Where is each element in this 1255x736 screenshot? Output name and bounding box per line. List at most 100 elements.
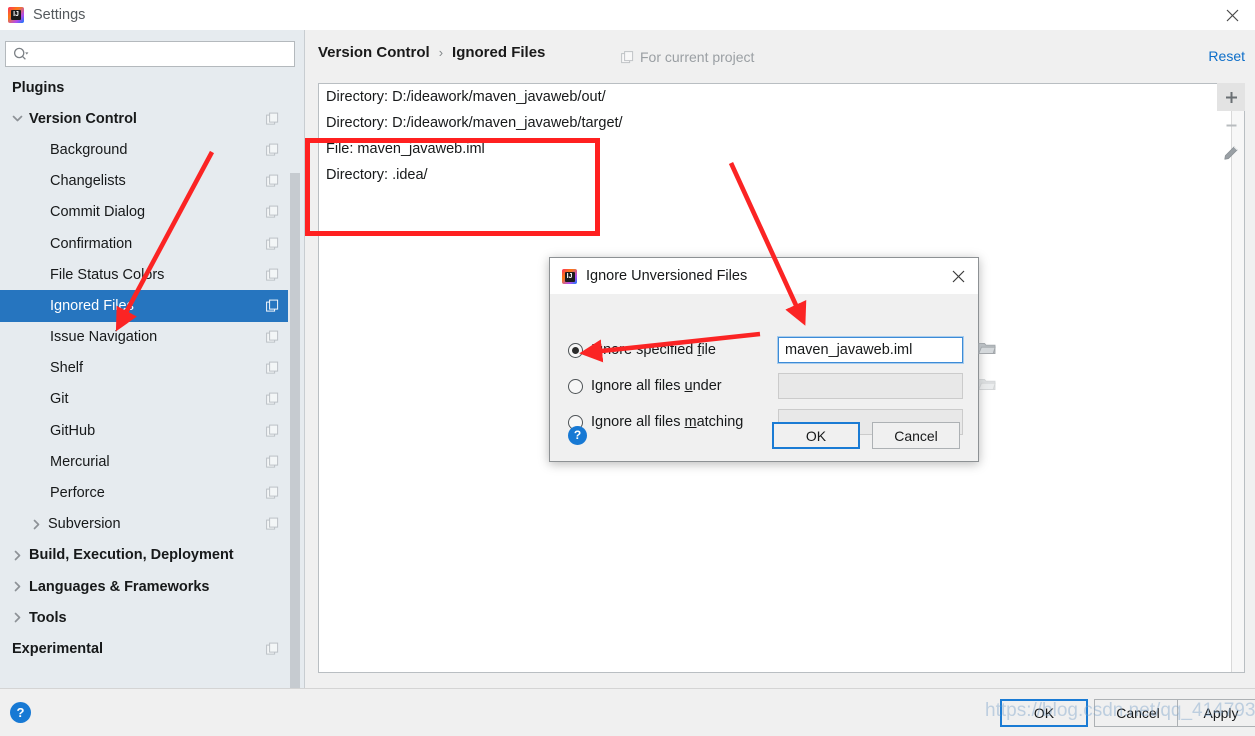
dialog-help-button[interactable]: ?: [568, 426, 587, 445]
list-item[interactable]: Directory: .idea/: [319, 162, 1230, 188]
copy-settings-icon[interactable]: [266, 517, 279, 531]
tree-expander[interactable]: [29, 517, 44, 532]
radio-button[interactable]: [568, 342, 583, 358]
sidebar-item-label: Build, Execution, Deployment: [29, 547, 234, 564]
list-toolbar: [1217, 83, 1245, 167]
sidebar-item-experimental[interactable]: Experimental: [0, 633, 288, 664]
sidebar-item-ignored-files[interactable]: Ignored Files: [0, 290, 288, 322]
intellij-logo-icon: IJ: [8, 7, 24, 23]
list-item[interactable]: Directory: D:/ideawork/maven_javaweb/out…: [319, 84, 1230, 110]
tree-expander[interactable]: [10, 579, 25, 594]
radio-option-3[interactable]: Ignore all files matching: [568, 414, 743, 430]
browse-folder-button[interactable]: [978, 341, 996, 360]
apply-button[interactable]: Apply: [1177, 699, 1255, 727]
sidebar-item-git[interactable]: Git: [0, 384, 288, 415]
sidebar-item-mercurial[interactable]: Mercurial: [0, 446, 288, 477]
copy-settings-icon[interactable]: [266, 424, 279, 437]
path-field-1[interactable]: [777, 336, 996, 364]
radio-button[interactable]: [568, 378, 583, 394]
radio-option-2[interactable]: Ignore all files under: [568, 378, 722, 394]
sidebar-item-changelists[interactable]: Changelists: [0, 166, 288, 197]
help-button[interactable]: ?: [10, 702, 31, 723]
copy-settings-icon[interactable]: [266, 642, 279, 655]
sidebar-item-commit-dialog[interactable]: Commit Dialog: [0, 197, 288, 228]
ok-button[interactable]: OK: [1000, 699, 1088, 727]
sidebar-item-label: Plugins: [12, 79, 65, 96]
sidebar-item-label: Confirmation: [50, 235, 133, 252]
search-input[interactable]: [29, 46, 294, 62]
sidebar-item-label: Commit Dialog: [50, 204, 146, 221]
search-container: [5, 41, 295, 67]
copy-settings-icon[interactable]: [266, 486, 279, 500]
plus-icon: [1225, 91, 1237, 103]
tree-expander[interactable]: [10, 610, 25, 625]
sidebar-item-label: Git: [50, 391, 69, 408]
radio-label-pre: Ignore all files: [591, 414, 685, 430]
copy-settings-icon[interactable]: [266, 361, 279, 375]
dialog-close-button[interactable]: [938, 258, 978, 294]
sidebar-item-build-execution-deployment[interactable]: Build, Execution, Deployment: [0, 540, 288, 571]
sidebar-scrollbar-thumb[interactable]: [290, 173, 300, 703]
cancel-button[interactable]: Cancel: [1094, 699, 1182, 727]
copy-icon: [266, 424, 279, 437]
search-icon: [13, 47, 29, 60]
copy-settings-icon[interactable]: [266, 330, 279, 344]
logo-text: IJ: [13, 11, 19, 18]
sidebar-item-tools[interactable]: Tools: [0, 602, 288, 633]
remove-button[interactable]: [1217, 111, 1245, 139]
dialog-body: Ignore specified file Ignore all files un…: [550, 294, 996, 461]
tree-top-clip: [0, 30, 288, 37]
sidebar-item-languages-frameworks[interactable]: Languages & Frameworks: [0, 571, 288, 602]
copy-icon: [266, 361, 279, 374]
radio-label: Ignore specified file: [591, 342, 716, 358]
edit-button[interactable]: [1217, 139, 1245, 167]
close-icon: [1226, 9, 1238, 21]
copy-settings-icon[interactable]: [266, 112, 279, 125]
reset-link[interactable]: Reset: [1208, 48, 1245, 64]
sidebar-item-confirmation[interactable]: Confirmation: [0, 228, 288, 259]
sidebar-item-github[interactable]: GitHub: [0, 415, 288, 446]
radio-option-1[interactable]: Ignore specified file: [568, 342, 716, 358]
copy-settings-icon[interactable]: [266, 455, 279, 468]
list-item[interactable]: Directory: D:/ideawork/maven_javaweb/tar…: [319, 110, 1230, 136]
for-current-project-text: For current project: [640, 49, 755, 65]
sidebar-item-shelf[interactable]: Shelf: [0, 353, 288, 384]
dialog-cancel-button[interactable]: Cancel: [872, 422, 960, 449]
copy-icon: [266, 642, 279, 655]
path-field-2[interactable]: [778, 373, 996, 399]
sidebar-item-issue-navigation[interactable]: Issue Navigation: [0, 322, 288, 353]
radio-label: Ignore all files matching: [591, 414, 743, 430]
copy-icon: [266, 393, 279, 406]
intellij-logo-icon: IJ: [562, 268, 577, 284]
copy-settings-icon[interactable]: [266, 268, 279, 281]
sidebar-item-label: Tools: [29, 609, 67, 626]
breadcrumb-parent[interactable]: Version Control: [318, 44, 430, 61]
search-box[interactable]: [5, 41, 295, 67]
copy-icon: [266, 268, 279, 281]
copy-settings-icon[interactable]: [266, 205, 279, 219]
sidebar-item-plugins[interactable]: Plugins: [0, 72, 288, 103]
add-button[interactable]: [1217, 83, 1245, 111]
tree-expander[interactable]: [10, 548, 25, 563]
dialog-ok-button[interactable]: OK: [772, 422, 860, 449]
sidebar-item-perforce[interactable]: Perforce: [0, 477, 288, 508]
sidebar-item-subversion[interactable]: Subversion: [0, 509, 288, 540]
list-scrollbar-track[interactable]: [1231, 84, 1244, 672]
tree-expander[interactable]: [10, 111, 25, 126]
path-input-1[interactable]: [779, 342, 978, 358]
sidebar-scrollbar-track[interactable]: [289, 72, 303, 703]
copy-settings-icon[interactable]: [266, 237, 279, 250]
copy-settings-icon[interactable]: [266, 143, 279, 156]
window-close-button[interactable]: [1209, 0, 1255, 30]
copy-settings-icon[interactable]: [266, 393, 279, 406]
sidebar-item-label: Subversion: [48, 516, 121, 533]
dialog-title: Ignore Unversioned Files: [586, 268, 748, 284]
list-item[interactable]: File: maven_javaweb.iml: [319, 136, 1230, 162]
sidebar-item-version-control[interactable]: Version Control: [0, 103, 288, 134]
folder-icon: [978, 342, 996, 354]
copy-settings-icon[interactable]: [266, 299, 279, 312]
sidebar-item-file-status-colors[interactable]: File Status Colors: [0, 259, 288, 290]
sidebar-item-label: Version Control: [29, 110, 137, 127]
copy-settings-icon[interactable]: [266, 174, 279, 188]
sidebar-item-background[interactable]: Background: [0, 134, 288, 165]
